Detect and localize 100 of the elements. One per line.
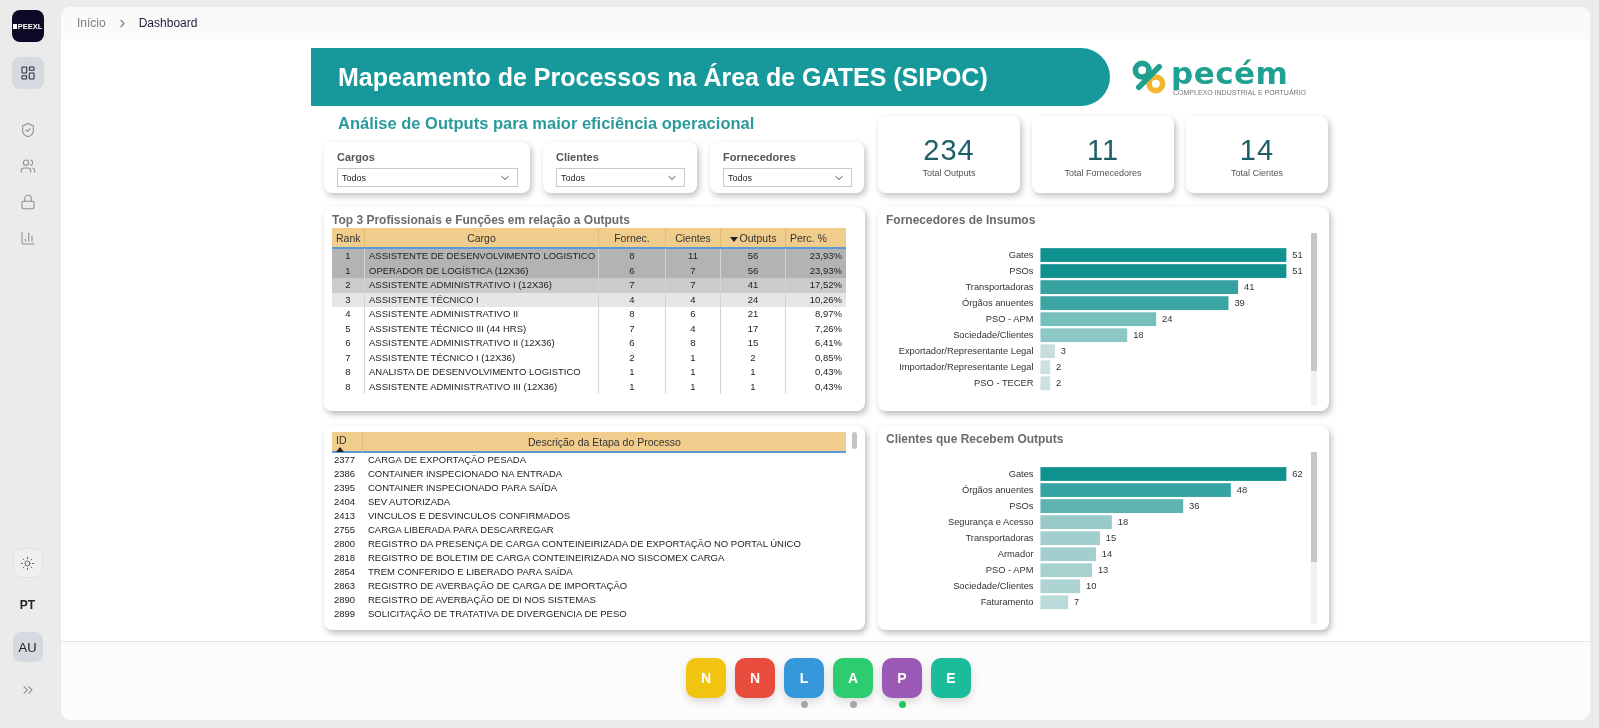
table-cell-text: VINCULOS E DESVINCULOS CONFIRMADOS <box>367 509 572 523</box>
table-cell-text: 2395 <box>333 481 357 495</box>
column-header[interactable]: Fornec. <box>598 228 665 247</box>
column-header[interactable]: Perc. % <box>785 228 846 247</box>
bar[interactable] <box>1040 376 1051 391</box>
app-button[interactable]: N <box>735 658 775 698</box>
table-cell: 0,43% <box>785 379 846 394</box>
breadcrumb-link[interactable]: Dashboard <box>138 16 198 30</box>
category-label: Gates <box>1008 250 1034 261</box>
column-header[interactable]: Descrição da Etapa do Processo <box>362 432 846 452</box>
category-label: Sociedade/Clientes <box>953 581 1034 592</box>
lock-icon <box>19 194 36 210</box>
filter-dropdown[interactable]: Todos <box>556 168 685 187</box>
breadcrumb-link[interactable]: Início <box>77 16 106 30</box>
bar[interactable] <box>1040 312 1157 327</box>
column-header[interactable]: Outputs <box>720 228 785 247</box>
bar[interactable] <box>1040 264 1287 278</box>
filter-label: Clientes <box>556 150 600 164</box>
table-cell: 1 <box>720 365 785 380</box>
bar[interactable] <box>1040 467 1287 481</box>
table-cell-text: CARGA DE EXPORTAÇÃO PESADA <box>367 453 528 467</box>
category-label: Transportadoras <box>965 282 1034 293</box>
value-label: 15 <box>1105 533 1117 544</box>
bar[interactable] <box>1040 248 1287 262</box>
bar[interactable] <box>1040 531 1100 546</box>
category-label: PSOs <box>1009 501 1034 512</box>
table-cell: 56 <box>720 249 785 264</box>
value-label: 7 <box>1074 597 1080 608</box>
table-cell: 6,41% <box>785 336 846 351</box>
table-cell-text: 2 <box>344 278 352 292</box>
table-cell: ASSISTENTE ADMINISTRATIVO II <box>364 307 598 322</box>
filter-label: Cargos <box>337 150 376 164</box>
value-label: 18 <box>1133 330 1144 341</box>
scrollbar[interactable] <box>1311 233 1317 405</box>
filter-label: Fornecedores <box>723 150 797 164</box>
filter-dropdown[interactable]: Todos <box>723 168 852 187</box>
value-label: 36 <box>1189 501 1200 512</box>
table-cell: 6 <box>598 336 665 351</box>
column-header[interactable]: ID <box>332 432 362 452</box>
table-cell: 11 <box>665 249 720 264</box>
nav-button[interactable] <box>11 57 44 89</box>
language-button[interactable]: PT <box>19 598 36 612</box>
table-cell: 7 <box>598 278 665 293</box>
bar[interactable] <box>1040 499 1184 513</box>
app-button[interactable]: P <box>882 658 922 698</box>
value-label: 3 <box>1060 346 1066 357</box>
kpi-value: 14 <box>1239 133 1275 167</box>
value-label: 51 <box>1292 266 1303 277</box>
table-cell-text: 2890 <box>333 593 357 607</box>
bar[interactable] <box>1040 360 1051 375</box>
category-label: Faturamento <box>980 597 1034 608</box>
table-cell-text: 8 <box>344 365 352 379</box>
column-header[interactable]: Cargo <box>364 228 598 247</box>
dashboard-icon <box>19 65 36 81</box>
scrollbar-thumb[interactable] <box>852 432 857 449</box>
bar[interactable] <box>1040 483 1231 497</box>
column-header[interactable]: Cientes <box>665 228 720 247</box>
table-cell-text: CARGA LIBERADA PARA DESCARREGAR <box>367 523 555 537</box>
value-label: 51 <box>1292 250 1303 261</box>
chart-title: Clientes que Recebem Outputs <box>886 431 1065 447</box>
bar[interactable] <box>1040 280 1239 294</box>
bar[interactable] <box>1040 595 1069 610</box>
kpi-value: 234 <box>923 133 975 167</box>
category-label: PSO - APM <box>985 565 1034 576</box>
value-label: 24 <box>1162 314 1173 325</box>
table-cell-text: REGISTRO DA PRESENÇA DE CARGA CONTEINEIRIZADA DE EXPORTAÇÃO NO PORTAL ÚNICO <box>367 537 802 551</box>
kpi-value: 11 <box>1086 133 1120 167</box>
users-icon <box>19 158 36 174</box>
table-cell: 1 <box>598 379 665 394</box>
table-cell-text: REGISTRO DE AVERBAÇÃO DE CARGA DE IMPORTAÇÃO <box>367 579 629 593</box>
value-label: 2 <box>1056 362 1062 373</box>
bar[interactable] <box>1040 547 1096 562</box>
table-cell-text: SOLICITAÇÃO DE TRATATIVA DE DIVERGENCIA DE PESO <box>367 607 628 621</box>
table-cell: 8,97% <box>785 307 846 322</box>
kpi-label: Total Cientes <box>1231 167 1283 179</box>
table-cell-text: 5 <box>344 321 352 336</box>
filter-dropdown[interactable]: Todos <box>337 168 518 187</box>
table-cell-text: 3 <box>344 292 352 307</box>
bar[interactable] <box>1040 563 1092 578</box>
scrollbar[interactable] <box>1311 452 1317 624</box>
bar-chart-icon <box>19 230 36 246</box>
user-avatar[interactable]: AU <box>12 632 43 662</box>
category-label: Exportador/Representante Legal <box>898 346 1034 357</box>
table-cell-text: 2899 <box>333 607 357 621</box>
bar[interactable] <box>1040 515 1112 529</box>
table-cell-text: 4 <box>344 307 352 321</box>
bar[interactable] <box>1040 579 1081 594</box>
shield-check-icon <box>19 122 36 138</box>
theme-toggle-button[interactable] <box>12 548 43 578</box>
table-cell-text: 8 <box>344 379 352 394</box>
category-label: Sociedade/Clientes <box>953 330 1034 341</box>
bar[interactable] <box>1040 328 1128 343</box>
bar[interactable] <box>1040 344 1055 359</box>
bar[interactable] <box>1040 296 1229 310</box>
table-cell-text: 2386 <box>333 467 357 481</box>
table-cell: ASSISTENTE DE DESENVOLVIMENTO LOGISTICO <box>364 249 598 264</box>
column-header[interactable]: Rank <box>332 228 364 247</box>
value-label: 41 <box>1244 282 1255 293</box>
category-label: Transportadoras <box>965 533 1034 544</box>
table-cell: 7 <box>665 278 720 293</box>
